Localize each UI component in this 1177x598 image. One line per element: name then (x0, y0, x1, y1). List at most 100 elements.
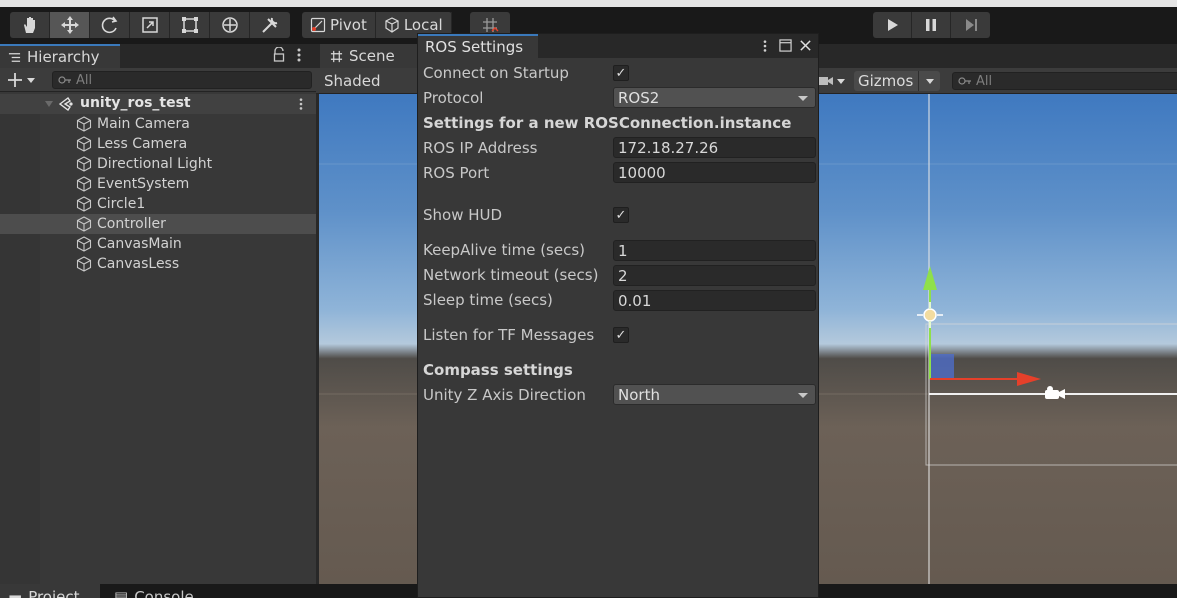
plus-icon (8, 73, 22, 87)
step-button[interactable] (951, 12, 990, 38)
hierarchy-item-label: CanvasMain (97, 236, 182, 252)
rotate-icon (101, 16, 117, 34)
sleep-time-field[interactable]: 0.01 (613, 290, 816, 311)
move-tool-button[interactable] (50, 12, 90, 38)
hierarchy-menu-icon[interactable] (294, 47, 304, 63)
lock-icon[interactable] (272, 46, 286, 63)
gizmos-label: Gizmos (858, 72, 914, 90)
rect-transform-icon (181, 17, 198, 33)
pause-button[interactable] (912, 12, 951, 38)
scene-search-input[interactable]: All (952, 72, 1177, 90)
gameobject-cube-icon (76, 156, 92, 172)
protocol-label: Protocol (423, 89, 484, 107)
hierarchy-item-directional-light[interactable]: Directional Light (0, 154, 316, 174)
hierarchy-search-input[interactable]: All (52, 71, 312, 89)
scale-icon (141, 17, 158, 33)
hierarchy-item-controller[interactable]: Controller (0, 214, 316, 234)
transform-tool-button[interactable] (210, 12, 250, 38)
hierarchy-item-label: Circle1 (97, 196, 146, 212)
shading-mode-dropdown[interactable]: Shaded (324, 71, 381, 91)
chevron-down-icon (798, 96, 808, 101)
listen-tf-label: Listen for TF Messages (423, 326, 595, 344)
gameobject-cube-icon (76, 196, 92, 212)
gameobject-cube-icon (76, 176, 92, 192)
camera-settings-button[interactable] (819, 72, 853, 90)
keepalive-field[interactable]: 1 (613, 240, 816, 261)
step-icon (965, 19, 977, 31)
gameobject-cube-icon (76, 216, 92, 232)
play-icon (888, 19, 898, 31)
hierarchy-item-label: Directional Light (97, 156, 213, 172)
hierarchy-tab-label: Hierarchy (27, 48, 100, 66)
gameobject-cube-icon (76, 116, 92, 132)
expand-arrow-icon[interactable] (44, 100, 54, 108)
connect-on-startup-checkbox[interactable]: ✓ (613, 65, 629, 81)
scene-name: unity_ros_test (80, 95, 191, 111)
check-icon: ✓ (615, 327, 627, 343)
grid-snap-icon (483, 18, 499, 32)
maximize-icon[interactable] (779, 39, 792, 52)
hierarchy-item-main-camera[interactable]: Main Camera (0, 114, 316, 134)
ros-settings-titlebar: ROS Settings (418, 34, 818, 58)
play-button[interactable] (873, 12, 912, 38)
hierarchy-item-label: CanvasLess (97, 256, 180, 272)
pivot-label: Pivot (330, 16, 367, 34)
scene-root-row[interactable]: unity_ros_test (0, 94, 316, 114)
hierarchy-search-row: All (0, 68, 316, 92)
hierarchy-item-canvasless[interactable]: CanvasLess (0, 254, 316, 274)
create-dropdown-button[interactable] (6, 70, 40, 90)
window-menu-icon[interactable] (760, 39, 770, 53)
close-icon[interactable] (799, 39, 812, 52)
hierarchy-item-eventsystem[interactable]: EventSystem (0, 174, 316, 194)
gameobject-cube-icon (76, 236, 92, 252)
hierarchy-tree: unity_ros_test Main Camera Less Camera D… (0, 94, 316, 584)
ros-ip-field[interactable]: 172.18.27.26 (613, 137, 816, 158)
check-icon: ✓ (615, 65, 627, 81)
hierarchy-item-label: Less Camera (97, 136, 188, 152)
ros-port-field[interactable]: 10000 (613, 162, 816, 183)
rect-tool-button[interactable] (170, 12, 210, 38)
hierarchy-item-circle1[interactable]: Circle1 (0, 194, 316, 214)
hierarchy-item-canvasmain[interactable]: CanvasMain (0, 234, 316, 254)
gizmos-dropdown-arrow[interactable] (918, 71, 940, 91)
section-compass: Compass settings (423, 361, 573, 379)
tab-project[interactable]: ▬ Project (0, 584, 100, 598)
show-hud-label: Show HUD (423, 206, 503, 224)
play-controls (873, 12, 990, 38)
scale-tool-button[interactable] (130, 12, 170, 38)
ros-settings-window: ROS Settings Connect on Startup ✓ Protoc… (417, 33, 819, 598)
scene-menu-icon[interactable] (296, 97, 306, 111)
hierarchy-item-label: EventSystem (97, 176, 190, 192)
tab-ros-settings[interactable]: ROS Settings (418, 34, 538, 58)
network-timeout-field[interactable]: 2 (613, 265, 816, 286)
console-tab-label: Console (134, 588, 194, 598)
pivot-icon (310, 17, 326, 33)
rotate-tool-button[interactable] (90, 12, 130, 38)
tab-console[interactable]: ▤ Console (108, 584, 208, 598)
search-icon (58, 76, 71, 84)
pivot-toggle-button[interactable]: Pivot (302, 12, 376, 38)
hand-tool-button[interactable] (10, 12, 50, 38)
network-timeout-label: Network timeout (secs) (423, 266, 599, 284)
ros-port-value: 10000 (618, 163, 666, 182)
ros-port-label: ROS Port (423, 164, 490, 182)
hierarchy-panel: Hierarchy All unity_ros_test Main Camera… (0, 44, 316, 584)
scene-grid-icon (330, 50, 343, 62)
tab-hierarchy[interactable]: Hierarchy (0, 44, 120, 68)
network-timeout-value: 2 (618, 266, 628, 285)
z-axis-direction-value: North (618, 385, 660, 404)
hierarchy-item-less-camera[interactable]: Less Camera (0, 134, 316, 154)
show-hud-checkbox[interactable]: ✓ (613, 207, 629, 223)
protocol-dropdown[interactable]: ROS2 (613, 87, 816, 108)
tab-scene[interactable]: Scene (320, 44, 420, 68)
unity-scene-icon (58, 96, 73, 112)
gizmos-button[interactable]: Gizmos (854, 71, 940, 91)
search-icon (958, 77, 971, 85)
camera-icon (819, 77, 833, 85)
hierarchy-search-placeholder: All (76, 72, 93, 88)
z-axis-direction-dropdown[interactable]: North (613, 384, 816, 405)
gameobject-cube-icon (76, 256, 92, 272)
custom-tools-button[interactable] (250, 12, 290, 38)
hierarchy-list-icon (8, 52, 21, 62)
listen-tf-checkbox[interactable]: ✓ (613, 327, 629, 343)
